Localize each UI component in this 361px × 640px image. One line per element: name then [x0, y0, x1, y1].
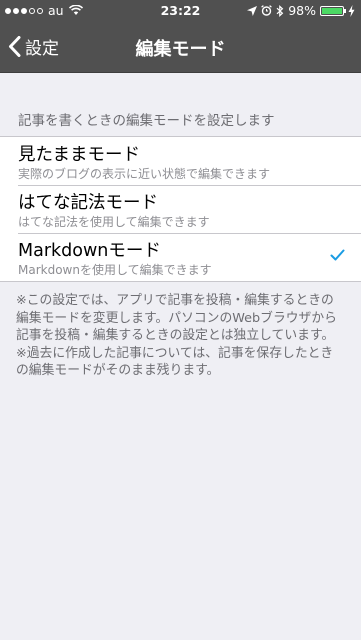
option-subtitle: Markdownを使用して編集できます — [18, 263, 212, 277]
battery-level — [322, 7, 342, 14]
footer-note-settings-scope: ※この設定では、アプリで記事を投稿・編集するときの編集モードを変更します。パソコ… — [16, 293, 337, 343]
option-title: 見たままモード — [18, 145, 140, 165]
option-subtitle: 実際のブログの表示に近い状態で編集できます — [18, 167, 271, 181]
footer-note: ※この設定では、アプリで記事を投稿・編集するときの編集モードを変更します。パソコ… — [0, 282, 361, 380]
alarm-icon — [261, 5, 273, 16]
option-hatena-notation-mode[interactable]: はてな記法モード はてな記法を使用して編集できます — [0, 185, 361, 233]
checkmark-icon — [330, 249, 345, 261]
edit-mode-options: 見たままモード 実際のブログの表示に近い状態で編集できます はてな記法モード は… — [0, 136, 361, 282]
option-title: Markdownモード — [18, 241, 161, 261]
option-title: はてな記法モード — [18, 193, 158, 213]
location-arrow-icon — [247, 5, 258, 16]
section-header: 記事を書くときの編集モードを設定します — [18, 113, 275, 129]
footer-note-past-articles: ※過去に作成した記事については、記事を保存したときの編集モードがそのまま残ります… — [16, 345, 334, 379]
status-bar: au 23:22 98% — [0, 0, 361, 22]
status-right: 98% — [247, 3, 355, 18]
charging-bolt-icon — [348, 4, 355, 17]
navigation-bar: 設定 編集モード — [0, 22, 361, 73]
option-wysiwyg-mode[interactable]: 見たままモード 実際のブログの表示に近い状態で編集できます — [0, 137, 361, 185]
battery-icon — [320, 5, 346, 16]
back-button[interactable]: 設定 — [8, 34, 59, 59]
chevron-left-icon — [9, 36, 21, 57]
bluetooth-icon — [276, 4, 284, 17]
option-subtitle: はてな記法を使用して編集できます — [18, 215, 210, 229]
option-markdown-mode[interactable]: Markdownモード Markdownを使用して編集できます — [0, 233, 361, 281]
back-button-label: 設定 — [25, 39, 59, 59]
battery-percent: 98% — [288, 3, 316, 18]
